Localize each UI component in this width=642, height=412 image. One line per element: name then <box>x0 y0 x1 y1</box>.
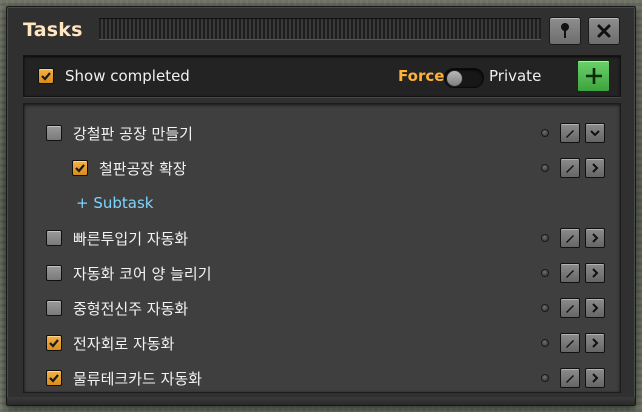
task-row: 강철판 공장 만들기 <box>24 118 620 148</box>
edit-task-button[interactable] <box>560 228 580 248</box>
pencil-icon <box>566 165 574 173</box>
task-row: 자동화 코어 양 늘리기 <box>24 258 620 288</box>
toggle-knob <box>446 70 463 87</box>
pin-icon <box>561 23 569 38</box>
force-label[interactable]: Force <box>398 67 444 85</box>
edit-task-button[interactable] <box>560 368 580 388</box>
edit-task-button[interactable] <box>560 298 580 318</box>
pencil-icon <box>566 305 574 313</box>
checkmark-icon <box>49 339 59 348</box>
force-private-toggle[interactable] <box>444 68 484 88</box>
task-checkbox[interactable] <box>46 335 62 351</box>
pencil-icon <box>566 375 574 383</box>
chevron-right-icon <box>592 163 599 173</box>
assignee-dot-icon[interactable] <box>541 129 549 137</box>
task-label[interactable]: 물류테크카드 자동화 <box>73 368 202 389</box>
assignee-dot-icon[interactable] <box>541 374 549 382</box>
edit-task-button[interactable] <box>560 333 580 353</box>
add-subtask-link[interactable]: + Subtask <box>76 194 153 212</box>
chevron-right-icon <box>592 268 599 278</box>
pencil-icon <box>566 130 574 138</box>
add-task-button[interactable] <box>577 60 610 92</box>
chevron-right-icon <box>592 233 599 243</box>
task-list: 강철판 공장 만들기 철판공장 확장 + Subtask 빠른투입기 자동화 자… <box>23 103 621 393</box>
edit-task-button[interactable] <box>560 158 580 178</box>
assignee-dot-icon[interactable] <box>541 304 549 312</box>
edit-task-button[interactable] <box>560 263 580 283</box>
assignee-dot-icon[interactable] <box>541 234 549 242</box>
close-icon <box>597 24 611 38</box>
task-checkbox[interactable] <box>72 160 88 176</box>
tasks-window: Tasks Show completed Force Private 강철판 공… <box>6 6 636 406</box>
task-checkbox[interactable] <box>46 370 62 386</box>
pencil-icon <box>566 235 574 243</box>
task-checkbox[interactable] <box>46 300 62 316</box>
checkmark-icon <box>49 374 59 383</box>
expand-task-button[interactable] <box>585 158 605 178</box>
show-completed-checkbox[interactable] <box>38 68 54 84</box>
options-bar: Show completed Force Private <box>23 55 621 97</box>
assignee-dot-icon[interactable] <box>541 164 549 172</box>
task-checkbox[interactable] <box>46 125 62 141</box>
titlebar: Tasks <box>7 7 635 53</box>
chevron-right-icon <box>592 338 599 348</box>
expand-task-button[interactable] <box>585 298 605 318</box>
task-label[interactable]: 중형전신주 자동화 <box>73 298 188 319</box>
chevron-down-icon <box>590 130 600 137</box>
expand-task-button[interactable] <box>585 228 605 248</box>
task-label[interactable]: 자동화 코어 양 늘리기 <box>73 263 212 284</box>
task-row: 중형전신주 자동화 <box>24 293 620 323</box>
show-completed-label[interactable]: Show completed <box>65 67 190 85</box>
subtask-row: 철판공장 확장 <box>24 153 620 183</box>
drag-handle[interactable] <box>99 18 541 40</box>
assignee-dot-icon[interactable] <box>541 269 549 277</box>
close-button[interactable] <box>588 17 620 45</box>
assignee-dot-icon[interactable] <box>541 339 549 347</box>
pin-button[interactable] <box>549 17 581 45</box>
task-row: 전자회로 자동화 <box>24 328 620 358</box>
pencil-icon <box>566 340 574 348</box>
task-row: 빠른투입기 자동화 <box>24 223 620 253</box>
task-label[interactable]: 전자회로 자동화 <box>73 333 174 354</box>
add-subtask-row: + Subtask <box>24 188 620 218</box>
edit-task-button[interactable] <box>560 123 580 143</box>
chevron-right-icon <box>592 373 599 383</box>
collapse-subtasks-button[interactable] <box>585 123 605 143</box>
private-label[interactable]: Private <box>489 67 541 85</box>
plus-icon <box>585 68 602 84</box>
task-row: 물류테크카드 자동화 <box>24 363 620 393</box>
task-checkbox[interactable] <box>46 265 62 281</box>
task-label[interactable]: 철판공장 확장 <box>99 158 187 179</box>
checkmark-icon <box>41 72 51 81</box>
chevron-right-icon <box>592 303 599 313</box>
expand-task-button[interactable] <box>585 333 605 353</box>
task-checkbox[interactable] <box>46 230 62 246</box>
expand-task-button[interactable] <box>585 368 605 388</box>
window-title: Tasks <box>23 19 83 41</box>
expand-task-button[interactable] <box>585 263 605 283</box>
task-label[interactable]: 강철판 공장 만들기 <box>73 123 193 144</box>
task-label[interactable]: 빠른투입기 자동화 <box>73 228 188 249</box>
pencil-icon <box>566 270 574 278</box>
window-bottom-edge <box>7 397 635 405</box>
checkmark-icon <box>75 164 85 173</box>
